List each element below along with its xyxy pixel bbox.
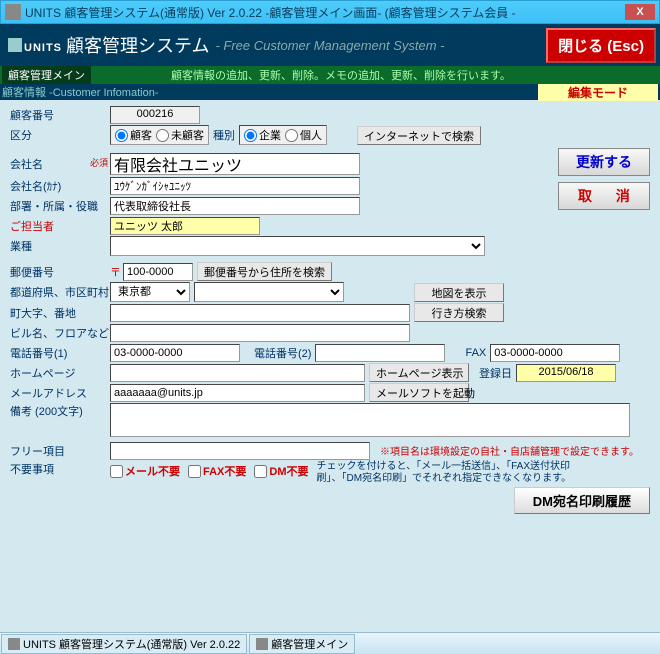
reg-label: 登録日 xyxy=(479,365,512,381)
kubun-customer[interactable]: 顧客 xyxy=(115,127,152,143)
addr1-field[interactable] xyxy=(110,304,410,322)
dept-field[interactable] xyxy=(110,197,360,215)
close-button[interactable]: 閉じる (Esc) xyxy=(546,28,656,63)
company-kana-label: 会社名(ｶﾅ) xyxy=(10,178,110,194)
edit-mode-badge: 編集モード xyxy=(538,84,658,101)
hp-field[interactable] xyxy=(110,364,365,382)
tel2-label: 電話番号(2) xyxy=(254,345,311,361)
update-button[interactable]: 更新する xyxy=(558,148,650,176)
industry-select[interactable] xyxy=(110,236,485,256)
taskbar: UNITS 顧客管理システム(通常版) Ver 2.0.22 顧客管理メイン xyxy=(0,632,660,654)
type-group: 企業 個人 xyxy=(239,125,327,145)
tel1-label: 電話番号(1) xyxy=(10,345,110,361)
fax-field[interactable] xyxy=(490,344,620,362)
screen-desc: 顧客情報の追加、更新、削除。メモの追加、更新、削除を行います。 xyxy=(171,67,511,83)
company-kana-field[interactable] xyxy=(110,177,360,195)
tel2-field[interactable] xyxy=(315,344,445,362)
taskbar-item-app[interactable]: UNITS 顧客管理システム(通常版) Ver 2.0.22 xyxy=(1,634,247,654)
tel1-field[interactable] xyxy=(110,344,240,362)
mail-label: メールアドレス xyxy=(10,385,110,401)
window-title: UNITS 顧客管理システム(通常版) Ver 2.0.22 -顧客管理メイン画… xyxy=(25,4,625,21)
sub-header: 顧客管理メイン 顧客情報の追加、更新、削除。メモの追加、更新、削除を行います。 xyxy=(0,66,660,84)
route-button[interactable]: 行き方検索 xyxy=(414,303,504,322)
dept-label: 部署・所属・役職 xyxy=(10,198,110,214)
postal-field[interactable] xyxy=(123,263,193,281)
brand-eng: - Free Customer Management System - xyxy=(215,38,444,53)
postal-label: 郵便番号 xyxy=(10,264,110,280)
internet-search-button[interactable]: インターネットで検索 xyxy=(357,126,481,145)
company-label: 会社名必須 xyxy=(10,156,110,172)
type-label: 種別 xyxy=(213,127,235,143)
cancel-button[interactable]: 取 消 xyxy=(558,182,650,210)
kubun-label: 区分 xyxy=(10,127,110,143)
reg-date-field: 2015/06/18 xyxy=(516,364,616,382)
customer-no-field: 000216 xyxy=(110,106,200,124)
memo-label: 備考 (200文字) xyxy=(10,403,110,419)
fuyo-label: 不要事項 xyxy=(10,461,110,477)
hp-label: ホームページ xyxy=(10,365,110,381)
memo-field[interactable] xyxy=(110,403,630,437)
industry-label: 業種 xyxy=(10,238,110,254)
type-company[interactable]: 企業 xyxy=(244,127,281,143)
brand-subtitle: 顧客管理システム xyxy=(66,32,209,58)
contact-label: ご担当者 xyxy=(10,218,110,234)
taskbar-item-main[interactable]: 顧客管理メイン xyxy=(249,634,355,654)
app-icon xyxy=(8,638,20,650)
free-label: フリー項目 xyxy=(10,443,110,459)
screen-name: 顧客管理メイン xyxy=(2,66,91,84)
addr2-field[interactable] xyxy=(110,324,410,342)
pref-label: 都道府県、市区町村 xyxy=(10,284,110,300)
addr2-label: ビル名、フロアなど xyxy=(10,325,110,341)
mail-field[interactable] xyxy=(110,384,365,402)
postal-search-button[interactable]: 郵便番号から住所を検索 xyxy=(197,262,332,281)
app-header: UNITS 顧客管理システム - Free Customer Managemen… xyxy=(0,24,660,66)
app-icon xyxy=(5,4,21,20)
section-label: 顧客情報 -Customer Infomation- xyxy=(2,84,158,100)
map-button[interactable]: 地図を表示 xyxy=(414,283,504,302)
chk-fax[interactable]: FAX不要 xyxy=(188,463,246,479)
addr1-label: 町大字、番地 xyxy=(10,305,110,321)
hp-button[interactable]: ホームページ表示 xyxy=(369,363,469,382)
fuyo-hint: チェックを付けると、「メール一括送信」、「FAX送付状印刷」、「DM宛名印刷」で… xyxy=(317,461,577,485)
section-bar: 顧客情報 -Customer Infomation- 編集モード xyxy=(0,84,660,100)
brand-logo: UNITS xyxy=(8,34,62,57)
customer-no-label: 顧客番号 xyxy=(10,107,110,123)
kubun-group: 顧客 未顧客 xyxy=(110,125,209,145)
company-field[interactable] xyxy=(110,153,360,175)
kubun-noncustomer[interactable]: 未顧客 xyxy=(156,127,204,143)
type-individual[interactable]: 個人 xyxy=(285,127,322,143)
postal-mark: 〒 xyxy=(110,264,121,280)
contact-field[interactable] xyxy=(110,217,260,235)
pref-select[interactable]: 東京都 xyxy=(110,282,190,302)
chk-dm[interactable]: DM不要 xyxy=(254,463,308,479)
fax-label: FAX xyxy=(465,347,486,359)
free-field[interactable] xyxy=(110,442,370,460)
title-bar: UNITS 顧客管理システム(通常版) Ver 2.0.22 -顧客管理メイン画… xyxy=(0,0,660,24)
mail-button[interactable]: メールソフトを起動 xyxy=(369,383,469,402)
chk-mail[interactable]: メール不要 xyxy=(110,463,180,479)
dm-history-button[interactable]: DM宛名印刷履歴 xyxy=(514,487,650,514)
free-note: ※項目名は環境設定の自社・自店舗管理で設定できます。 xyxy=(380,443,639,458)
robot-icon xyxy=(8,38,22,52)
close-icon[interactable]: X xyxy=(625,4,655,20)
city-select[interactable] xyxy=(194,282,344,302)
app-icon xyxy=(256,638,268,650)
